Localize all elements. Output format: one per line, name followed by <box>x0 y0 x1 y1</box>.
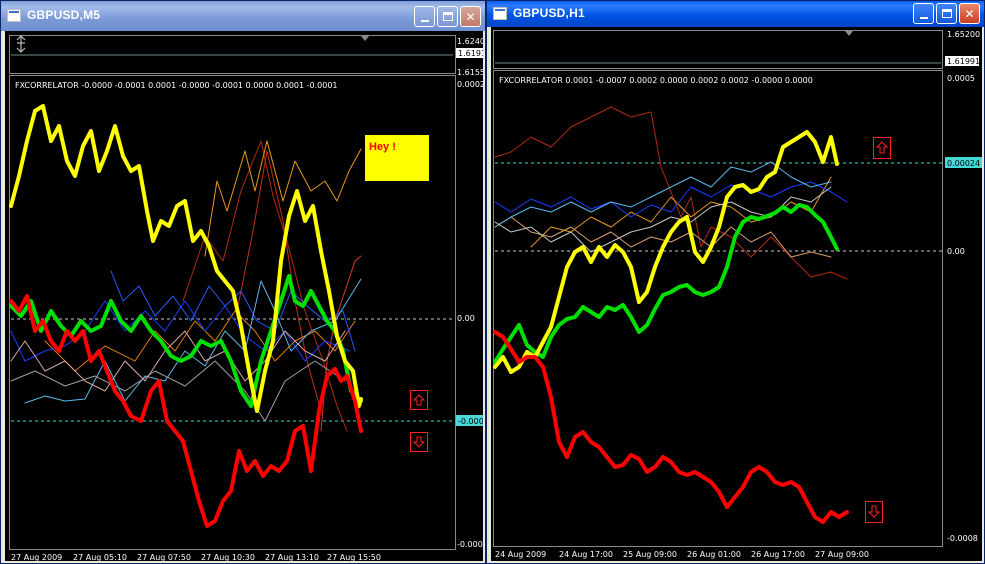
time-label: 27 Aug 07:50 <box>137 553 191 561</box>
time-label: 24 Aug 2009 <box>495 550 546 559</box>
scale-top-label: 0.0002 <box>457 80 483 89</box>
time-label: 26 Aug 01:00 <box>687 550 741 559</box>
close-button[interactable]: ✕ <box>460 6 481 27</box>
close-icon: ✕ <box>964 6 975 21</box>
close-button[interactable]: ✕ <box>959 3 980 24</box>
minimize-icon <box>420 19 429 22</box>
scale-bottom-label: -0.000 <box>457 540 483 549</box>
signal-level-value: 0.00024 <box>947 159 980 168</box>
scale-zero-label: 0.00 <box>947 247 965 256</box>
arrow-up-icon <box>873 137 891 159</box>
time-label: 27 Aug 10:30 <box>201 553 255 561</box>
series-blue-1 <box>10 300 351 362</box>
close-icon: ✕ <box>465 9 476 24</box>
arrow-down-icon <box>865 501 883 523</box>
arrow-up-icon <box>410 390 428 410</box>
series-gray <box>10 360 346 422</box>
time-label: 27 Aug 2009 <box>11 553 62 561</box>
current-price-label: 1.6191 <box>458 49 483 58</box>
time-label: 25 Aug 09:00 <box>623 550 677 559</box>
chart-window-icon <box>493 7 507 20</box>
hey-annotation-text: Hey ! <box>369 141 396 153</box>
price-label-high: 1.6240 <box>457 37 483 46</box>
time-label: 27 Aug 05:10 <box>73 553 127 561</box>
time-label: 27 Aug 13:10 <box>265 553 319 561</box>
signal-level-value: -0.0000 <box>458 417 483 426</box>
chart-area[interactable]: 1.6240 1.6191 1.6155 FXCORRELATOR -0.000… <box>5 31 483 561</box>
time-label: 26 Aug 17:00 <box>751 550 805 559</box>
current-price-label: 1.61991 <box>947 57 980 66</box>
time-label: 24 Aug 17:00 <box>559 550 613 559</box>
scale-zero-label: 0.00 <box>457 314 475 323</box>
title-bar[interactable]: GBPUSD,H1 ✕ <box>487 1 984 27</box>
title-bar[interactable]: GBPUSD,M5 ✕ <box>1 1 485 31</box>
maximize-button[interactable] <box>936 3 957 24</box>
chart-window-m5[interactable]: GBPUSD,M5 ✕ 1.6240 1.6191 1.6155 FXCORRE… <box>0 0 486 564</box>
series-darkred-1 <box>494 106 848 280</box>
indicator-pane-border <box>493 70 943 547</box>
chart-window-h1[interactable]: GBPUSD,H1 ✕ 1.65200 1.61991 FXCORRELATOR… <box>486 0 985 564</box>
window-title: GBPUSD,H1 <box>513 6 585 20</box>
arrow-down-icon <box>410 432 428 452</box>
time-label: 27 Aug 09:00 <box>815 550 869 559</box>
chart-area[interactable]: 1.65200 1.61991 FXCORRELATOR 0.0001 -0.0… <box>491 27 982 561</box>
price-label-low: 1.6155 <box>457 68 483 77</box>
minimize-button[interactable] <box>913 3 934 24</box>
scale-bottom-label: -0.0008 <box>947 534 978 543</box>
shift-marker-icon <box>845 31 853 36</box>
chart-canvas[interactable]: 1.65200 1.61991 FXCORRELATOR 0.0001 -0.0… <box>491 27 982 561</box>
series-gray <box>494 186 832 253</box>
window-title: GBPUSD,M5 <box>27 8 101 22</box>
shift-marker-icon <box>361 36 369 41</box>
chart-window-icon <box>7 9 21 22</box>
chart-canvas[interactable]: 1.6240 1.6191 1.6155 FXCORRELATOR -0.000… <box>5 31 483 561</box>
scale-top-label: 0.0005 <box>947 74 975 83</box>
time-label: 27 Aug 15:50 <box>327 553 381 561</box>
indicator-label: FXCORRELATOR 0.0001 -0.0007 0.0002 0.000… <box>499 76 813 85</box>
maximize-icon <box>442 12 453 21</box>
minimize-icon <box>919 16 928 19</box>
price-label-high: 1.65200 <box>947 30 980 39</box>
crosshair-cursor-icon <box>16 35 26 53</box>
minimize-button[interactable] <box>414 6 435 27</box>
maximize-button[interactable] <box>437 6 458 27</box>
series-red <box>493 330 849 524</box>
maximize-icon <box>941 9 952 18</box>
indicator-label: FXCORRELATOR -0.0000 -0.0001 0.0001 -0.0… <box>15 81 338 90</box>
